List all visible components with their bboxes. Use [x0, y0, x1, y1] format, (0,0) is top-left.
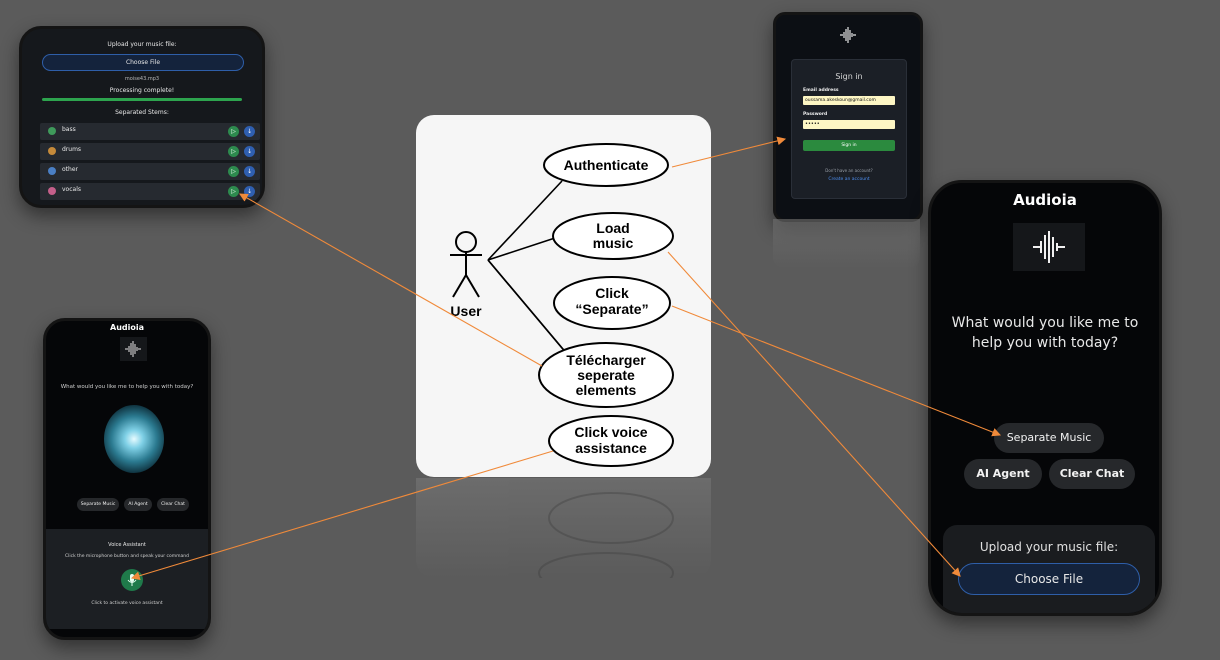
arrow-load-to-choose-file	[667, 251, 961, 577]
connector-arrows	[130, 136, 1002, 580]
arrow-authenticate-to-login	[671, 136, 787, 168]
arrow-separate-to-button	[671, 305, 1002, 437]
arrow-download-to-stems	[239, 193, 543, 367]
arrow-voice-to-mic	[130, 450, 554, 580]
